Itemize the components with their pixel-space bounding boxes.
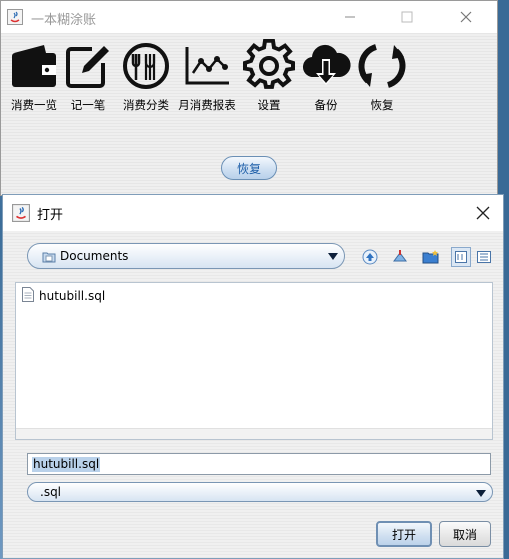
open-button[interactable]: 打开 <box>376 521 432 547</box>
toolbar-item-record[interactable]: 记一笔 <box>61 39 115 113</box>
toolbar-item-restore[interactable]: 恢复 <box>355 39 409 113</box>
gear-icon <box>243 39 295 89</box>
file-type-value: .sql <box>40 485 62 499</box>
new-folder-button[interactable] <box>421 247 441 267</box>
toolbar-label: 记一笔 <box>70 98 106 112</box>
arrow-up-icon <box>362 249 378 265</box>
chevron-down-icon[interactable] <box>325 247 341 265</box>
details-view-icon <box>477 251 491 263</box>
chevron-down-icon[interactable] <box>473 484 489 502</box>
close-icon <box>460 11 472 23</box>
file-name-value: hutubill.sql <box>32 457 101 472</box>
desktop-icon <box>393 250 407 262</box>
look-in-combo[interactable]: Documents <box>27 243 345 269</box>
details-view-toggle[interactable] <box>474 247 494 267</box>
new-folder-icon <box>422 250 439 264</box>
dialog-titlebar: 打开 <box>3 195 503 231</box>
up-one-level-button[interactable] <box>360 247 380 267</box>
main-window-title: 一本糊涂账 <box>31 13 97 28</box>
toolbar-label: 设置 <box>257 98 281 112</box>
home-button[interactable] <box>390 247 410 267</box>
toolbar-item-overview[interactable]: 消费一览 <box>6 39 62 113</box>
list-view-toggle[interactable] <box>451 247 471 267</box>
file-name-input[interactable]: hutubill.sql <box>27 453 491 475</box>
minimize-button[interactable] <box>327 1 373 33</box>
main-window: 一本糊涂账 消费一览 记一笔 消费分类 月消费报表 设置 备份 恢复 恢复 <box>0 0 498 196</box>
toolbar-item-report[interactable]: 月消费报表 <box>175 39 239 113</box>
list-view-icon <box>455 251 467 263</box>
main-toolbar: 消费一览 记一笔 消费分类 月消费报表 设置 备份 恢复 <box>1 35 497 115</box>
close-button[interactable] <box>443 1 489 33</box>
file-name: hutubill.sql <box>39 289 106 303</box>
toolbar-label: 消费分类 <box>123 98 169 112</box>
toolbar-label: 备份 <box>314 98 338 112</box>
file-list[interactable]: hutubill.sql <box>15 282 493 440</box>
dialog-title: 打开 <box>37 208 64 223</box>
open-file-dialog: 打开 Documents hutubill.sql hutubill.sql .… <box>2 194 504 559</box>
toolbar-label: 月消费报表 <box>178 98 236 112</box>
toolbar-item-settings[interactable]: 设置 <box>242 39 296 113</box>
file-type-combo[interactable]: .sql <box>27 482 493 502</box>
wallet-icon <box>12 45 56 87</box>
line-chart-icon <box>185 47 229 85</box>
maximize-icon <box>401 11 413 23</box>
java-app-icon <box>7 9 23 28</box>
dialog-close-button[interactable] <box>463 195 503 231</box>
java-app-icon <box>12 204 30 225</box>
toolbar-label: 恢复 <box>370 98 394 112</box>
maximize-button[interactable] <box>384 1 430 33</box>
look-in-value: Documents <box>60 249 129 263</box>
main-titlebar: 一本糊涂账 <box>1 1 497 33</box>
dining-icon <box>123 43 169 89</box>
documents-folder-icon <box>42 251 56 266</box>
restore-button[interactable]: 恢复 <box>221 156 277 180</box>
refresh-icon <box>358 44 406 88</box>
toolbar-item-backup[interactable]: 备份 <box>299 39 353 113</box>
close-icon <box>476 206 490 220</box>
cloud-download-icon <box>302 44 351 85</box>
cancel-button[interactable]: 取消 <box>439 521 491 547</box>
horizontal-scrollbar[interactable] <box>16 428 492 439</box>
edit-icon <box>66 46 109 88</box>
file-item[interactable]: hutubill.sql <box>22 287 106 305</box>
toolbar-label: 消费一览 <box>11 98 57 112</box>
toolbar-item-category[interactable]: 消费分类 <box>118 39 174 113</box>
file-icon <box>22 287 34 305</box>
minimize-icon <box>345 16 355 18</box>
